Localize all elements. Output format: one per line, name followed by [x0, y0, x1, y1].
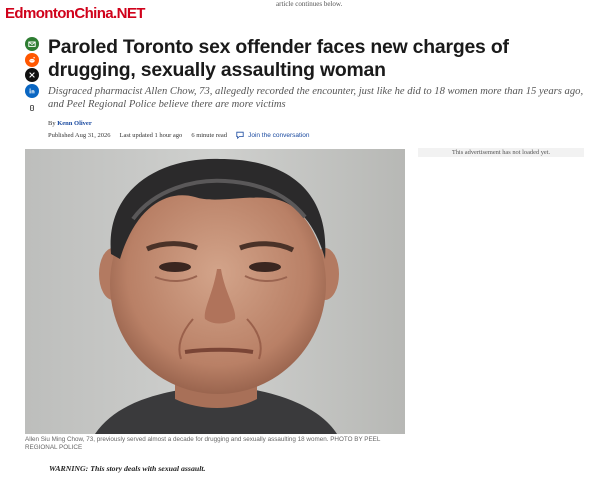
join-conversation-label: Join the conversation: [248, 131, 310, 139]
copy-link-icon: [30, 105, 34, 111]
read-time: 6 minute read: [191, 131, 228, 139]
byline: By Kenn Oliver: [48, 120, 92, 127]
copy-link-button[interactable]: [25, 101, 39, 115]
content-warning: WARNING: This story deals with sexual as…: [49, 464, 206, 473]
photo-caption: Allen Siu Ming Chow, 73, previously serv…: [25, 436, 381, 451]
email-share-button[interactable]: [25, 37, 39, 51]
join-conversation-link[interactable]: Join the conversation: [236, 131, 318, 139]
x-share-button[interactable]: [25, 68, 39, 82]
site-logo[interactable]: EdmontonChina.NET: [5, 5, 145, 22]
byline-prefix: By: [48, 120, 56, 127]
mugshot-image: [25, 149, 405, 434]
reddit-share-button[interactable]: [25, 53, 39, 67]
article-continues-notice: article continues below.: [276, 0, 343, 8]
author-link[interactable]: Kenn Oliver: [57, 120, 91, 127]
ad-placeholder: This advertisement has not loaded yet.: [418, 148, 584, 157]
article-dek: Disgraced pharmacist Allen Chow, 73, all…: [48, 86, 584, 110]
mugshot-photo[interactable]: [25, 149, 405, 434]
article-meta: Published Aug 31, 2026 Last updated 1 ho…: [48, 131, 319, 139]
last-updated: Last updated 1 hour ago: [119, 131, 183, 139]
email-icon: [28, 41, 36, 47]
reddit-icon: [29, 57, 35, 63]
published-date: Published Aug 31, 2026: [48, 131, 111, 139]
comment-icon: [236, 131, 244, 139]
linkedin-icon: [29, 88, 35, 94]
x-icon: [29, 72, 35, 78]
linkedin-share-button[interactable]: [25, 84, 39, 98]
article-headline: Paroled Toronto sex offender faces new c…: [48, 36, 509, 81]
